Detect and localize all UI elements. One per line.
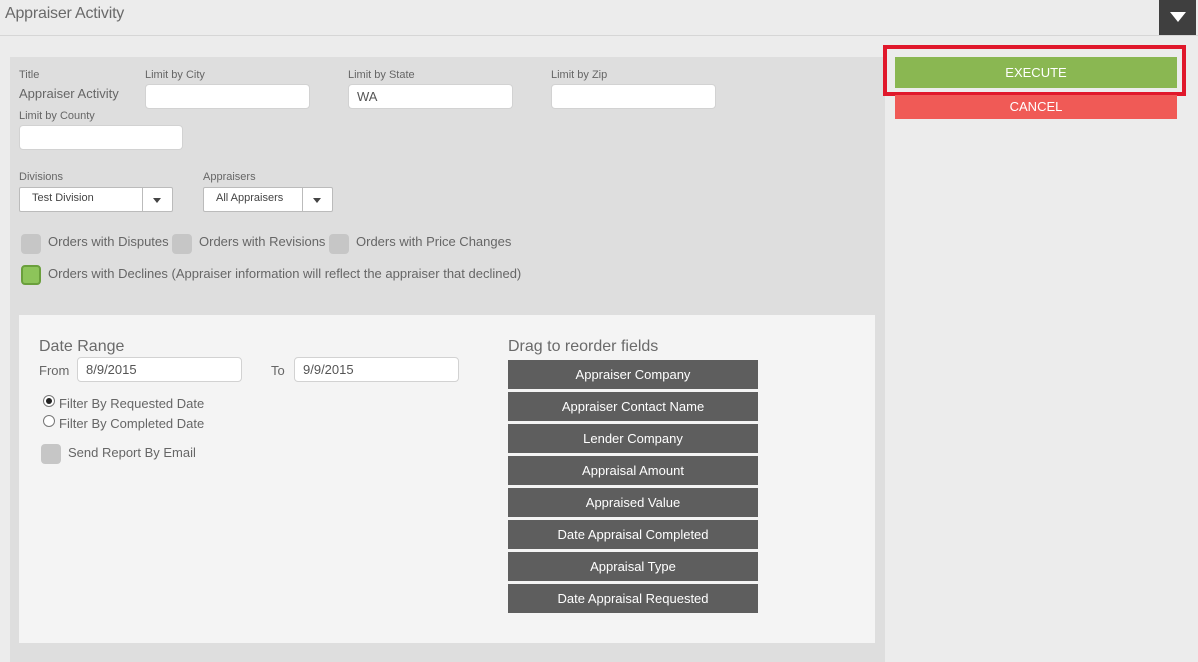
filter-requested-label: Filter By Requested Date — [59, 396, 205, 411]
to-date-input[interactable] — [294, 357, 459, 382]
chevron-down-icon[interactable] — [142, 188, 172, 211]
price-changes-label: Orders with Price Changes — [356, 234, 512, 249]
collapse-toggle-button[interactable] — [1159, 0, 1196, 35]
divisions-label: Divisions — [19, 171, 64, 183]
reorder-field-item[interactable]: Date Appraisal Completed — [508, 520, 758, 549]
appraisers-select[interactable]: All Appraisers — [203, 187, 333, 212]
zip-input[interactable] — [551, 84, 716, 109]
from-date-input[interactable] — [77, 357, 242, 382]
declines-label: Orders with Declines (Appraiser informat… — [48, 266, 522, 281]
disputes-label: Orders with Disputes — [48, 234, 169, 249]
page-title: Appraiser Activity — [5, 5, 125, 22]
city-label: Limit by City — [145, 69, 205, 81]
state-label: Limit by State — [348, 69, 415, 81]
cancel-button[interactable]: CANCEL — [895, 95, 1177, 119]
reorder-field-item[interactable]: Date Appraisal Requested — [508, 584, 758, 613]
filter-completed-radio[interactable] — [43, 415, 55, 427]
reorder-field-item[interactable]: Appraisal Type — [508, 552, 758, 581]
declines-checkbox[interactable] — [21, 265, 41, 285]
reorder-field-item[interactable]: Appraised Value — [508, 488, 758, 517]
state-input[interactable] — [348, 84, 513, 109]
divisions-select[interactable]: Test Division — [19, 187, 173, 212]
appraisers-label: Appraisers — [203, 171, 256, 183]
county-label: Limit by County — [19, 110, 95, 122]
reorder-field-item[interactable]: Appraisal Amount — [508, 456, 758, 485]
from-label: From — [39, 363, 70, 378]
reorder-field-item[interactable]: Lender Company — [508, 424, 758, 453]
date-range-heading: Date Range — [39, 338, 125, 355]
revisions-label: Orders with Revisions — [199, 234, 326, 249]
appraisers-selected: All Appraisers — [216, 192, 284, 204]
county-input[interactable] — [19, 125, 183, 150]
divisions-selected: Test Division — [32, 192, 94, 204]
price-changes-checkbox[interactable] — [329, 234, 349, 254]
send-email-checkbox[interactable] — [41, 444, 61, 464]
title-value: Appraiser Activity — [19, 86, 119, 101]
filter-completed-label: Filter By Completed Date — [59, 416, 205, 431]
send-email-label: Send Report By Email — [68, 445, 196, 460]
chevron-down-icon[interactable] — [302, 188, 332, 211]
execute-button[interactable]: EXECUTE — [895, 57, 1177, 88]
zip-label: Limit by Zip — [551, 69, 608, 81]
reorder-heading: Drag to reorder fields — [508, 338, 659, 355]
title-label: Title — [19, 69, 40, 81]
revisions-checkbox[interactable] — [172, 234, 192, 254]
to-label: To — [271, 363, 285, 378]
reorder-field-item[interactable]: Appraiser Company — [508, 360, 758, 389]
reorder-field-item[interactable]: Appraiser Contact Name — [508, 392, 758, 421]
city-input[interactable] — [145, 84, 310, 109]
filter-requested-radio[interactable] — [43, 395, 55, 407]
disputes-checkbox[interactable] — [21, 234, 41, 254]
header-bar: Appraiser Activity — [0, 0, 1198, 36]
